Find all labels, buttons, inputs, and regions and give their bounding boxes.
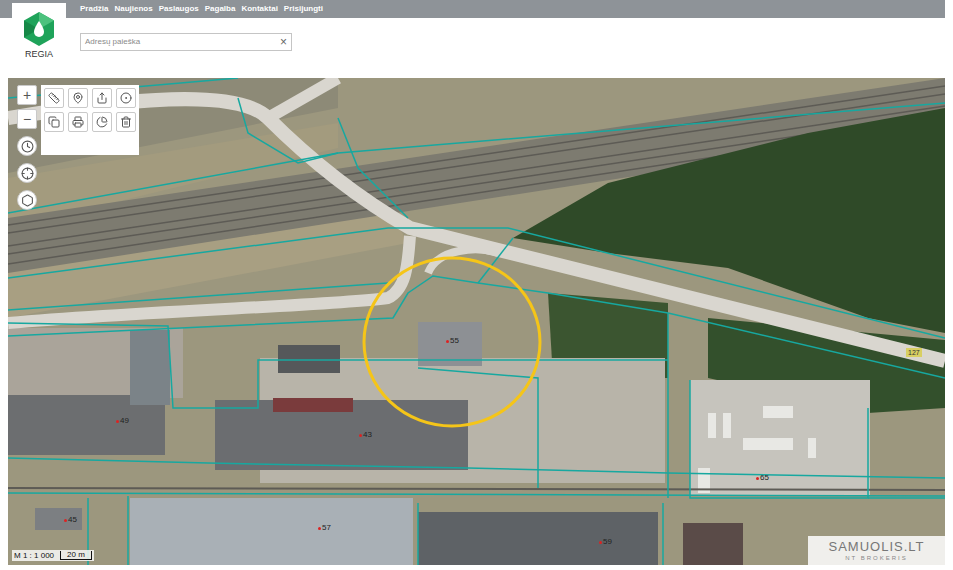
zoom-in-button[interactable]: +: [17, 85, 37, 105]
parcel-label[interactable]: 43: [359, 431, 372, 439]
watermark-subtitle: NT BROKERIS: [845, 555, 908, 561]
history-button[interactable]: [17, 136, 37, 156]
clock-icon: [21, 140, 34, 153]
scale-text: M 1 : 1 000: [14, 552, 54, 560]
logo[interactable]: REGIA: [12, 3, 66, 67]
label-dot: [318, 527, 321, 530]
map-toolbar: +−: [17, 85, 139, 210]
logo-text: REGIA: [25, 50, 53, 59]
ruler-icon: [48, 92, 60, 104]
print-button[interactable]: [68, 112, 88, 132]
nav-link[interactable]: Kontaktai: [241, 5, 277, 13]
nav-link[interactable]: Naujienos: [114, 5, 152, 13]
zoom-out-button[interactable]: −: [17, 109, 37, 129]
area-button[interactable]: [17, 190, 37, 210]
crosshair-icon: [21, 167, 34, 180]
regia-logo-icon: [21, 11, 57, 47]
tool-panel: [41, 85, 139, 155]
share-icon: [96, 92, 108, 104]
scale-bar: 20 m: [60, 551, 92, 560]
nav-link[interactable]: Paslaugos: [159, 5, 199, 13]
point-icon: [120, 92, 132, 104]
polygon-icon: [21, 194, 34, 207]
label-dot: [116, 420, 119, 423]
printer-icon: [72, 116, 84, 128]
locate-button[interactable]: [17, 163, 37, 183]
label-dot: [359, 434, 362, 437]
search-field[interactable]: Adresų paieška ×: [80, 33, 292, 51]
pin-button[interactable]: [68, 88, 88, 108]
side-tools: +−: [17, 85, 37, 210]
share-button[interactable]: [92, 88, 112, 108]
parcel-label[interactable]: 49: [116, 417, 129, 425]
scale-indicator: M 1 : 1 000 20 m: [12, 550, 94, 561]
pin-icon: [72, 92, 84, 104]
parcel-label[interactable]: 45: [64, 516, 77, 524]
aerial-map[interactable]: [8, 78, 945, 565]
parcel-label[interactable]: 65: [756, 474, 769, 482]
chart-button[interactable]: [92, 112, 112, 132]
page: Pradžia Naujienos Paslaugos Pagalba Kontakta…: [0, 0, 953, 570]
measure-button[interactable]: [44, 88, 64, 108]
label-dot: [756, 477, 759, 480]
map-view[interactable]: +−55494365455759127M 1 : 1 00020 mSAMUOL…: [8, 78, 945, 565]
nav-link[interactable]: Prisijungti: [284, 5, 323, 13]
nav-link[interactable]: Pagalba: [205, 5, 236, 13]
header: Pradžia Naujienos Paslaugos Pagalba Kontakta…: [0, 0, 953, 78]
label-dot: [64, 519, 67, 522]
pie-chart-icon: [96, 116, 108, 128]
watermark: SAMUOLIS.LT NT BROKERIS: [808, 536, 945, 565]
parcel-label[interactable]: 55: [446, 337, 459, 345]
delete-button[interactable]: [116, 112, 136, 132]
parcel-label[interactable]: 57: [318, 524, 331, 532]
trash-icon: [120, 116, 132, 128]
label-dot: [599, 541, 602, 544]
copy-button[interactable]: [44, 112, 64, 132]
watermark-title: SAMUOLIS.LT: [828, 540, 924, 553]
highlight-circle: [364, 258, 540, 426]
nav-link[interactable]: Pradžia: [80, 5, 108, 13]
top-nav-bar: Pradžia Naujienos Paslaugos Pagalba Kontakta…: [0, 0, 945, 18]
parcel-label[interactable]: 59: [599, 538, 612, 546]
point-button[interactable]: [116, 88, 136, 108]
label-dot: [446, 340, 449, 343]
clear-button[interactable]: ×: [280, 36, 287, 48]
copy-icon: [48, 116, 60, 128]
search-placeholder: Adresų paieška: [85, 38, 140, 46]
road-number: 127: [906, 348, 922, 357]
